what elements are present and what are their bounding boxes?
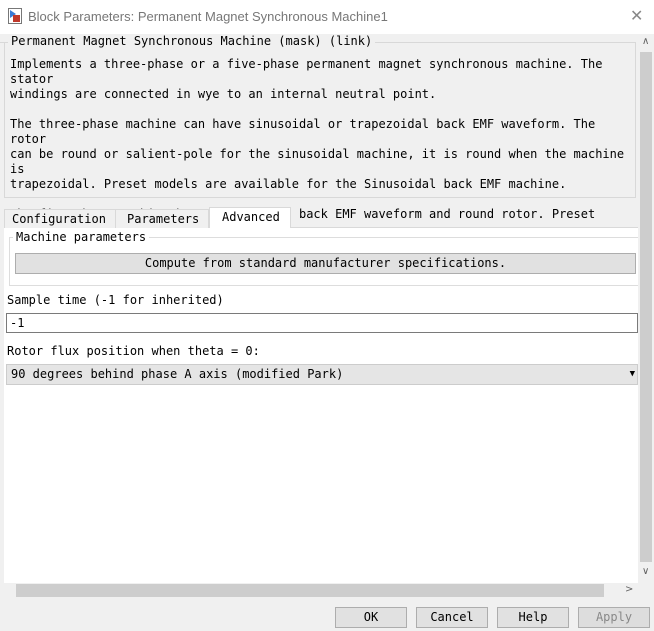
cancel-button[interactable]: Cancel <box>416 607 488 628</box>
vertical-scroll-thumb[interactable] <box>640 52 652 562</box>
rotor-flux-value: 90 degrees behind phase A axis (modified… <box>11 367 344 381</box>
simulink-block-icon <box>8 8 22 24</box>
rotor-flux-select[interactable]: 90 degrees behind phase A axis (modified… <box>6 364 638 385</box>
horizontal-scroll-thumb[interactable] <box>16 584 604 597</box>
mask-title: Permanent Magnet Synchronous Machine (ma… <box>8 34 376 48</box>
sample-time-label: Sample time (-1 for inherited) <box>7 293 224 307</box>
rotor-flux-label: Rotor flux position when theta = 0: <box>7 344 260 358</box>
compute-button[interactable]: Compute from standard manufacturer speci… <box>15 253 636 274</box>
sample-time-input[interactable]: -1 <box>6 313 638 333</box>
apply-button[interactable]: Apply <box>578 607 650 628</box>
scroll-right-icon[interactable]: > <box>625 584 633 595</box>
help-button[interactable]: Help <box>497 607 569 628</box>
dropdown-arrow-icon: ▼ <box>629 369 635 379</box>
scroll-down-icon[interactable]: ∨ <box>642 566 649 577</box>
machine-parameters-title: Machine parameters <box>13 230 150 244</box>
tab-configuration[interactable]: Configuration <box>4 209 116 228</box>
tab-parameters[interactable]: Parameters <box>115 209 209 228</box>
close-icon[interactable]: ✕ <box>630 6 643 25</box>
window-title: Block Parameters: Permanent Magnet Synch… <box>28 9 388 24</box>
scroll-up-icon[interactable]: ∧ <box>642 36 649 47</box>
ok-button[interactable]: OK <box>335 607 407 628</box>
tab-advanced[interactable]: Advanced <box>209 207 291 228</box>
